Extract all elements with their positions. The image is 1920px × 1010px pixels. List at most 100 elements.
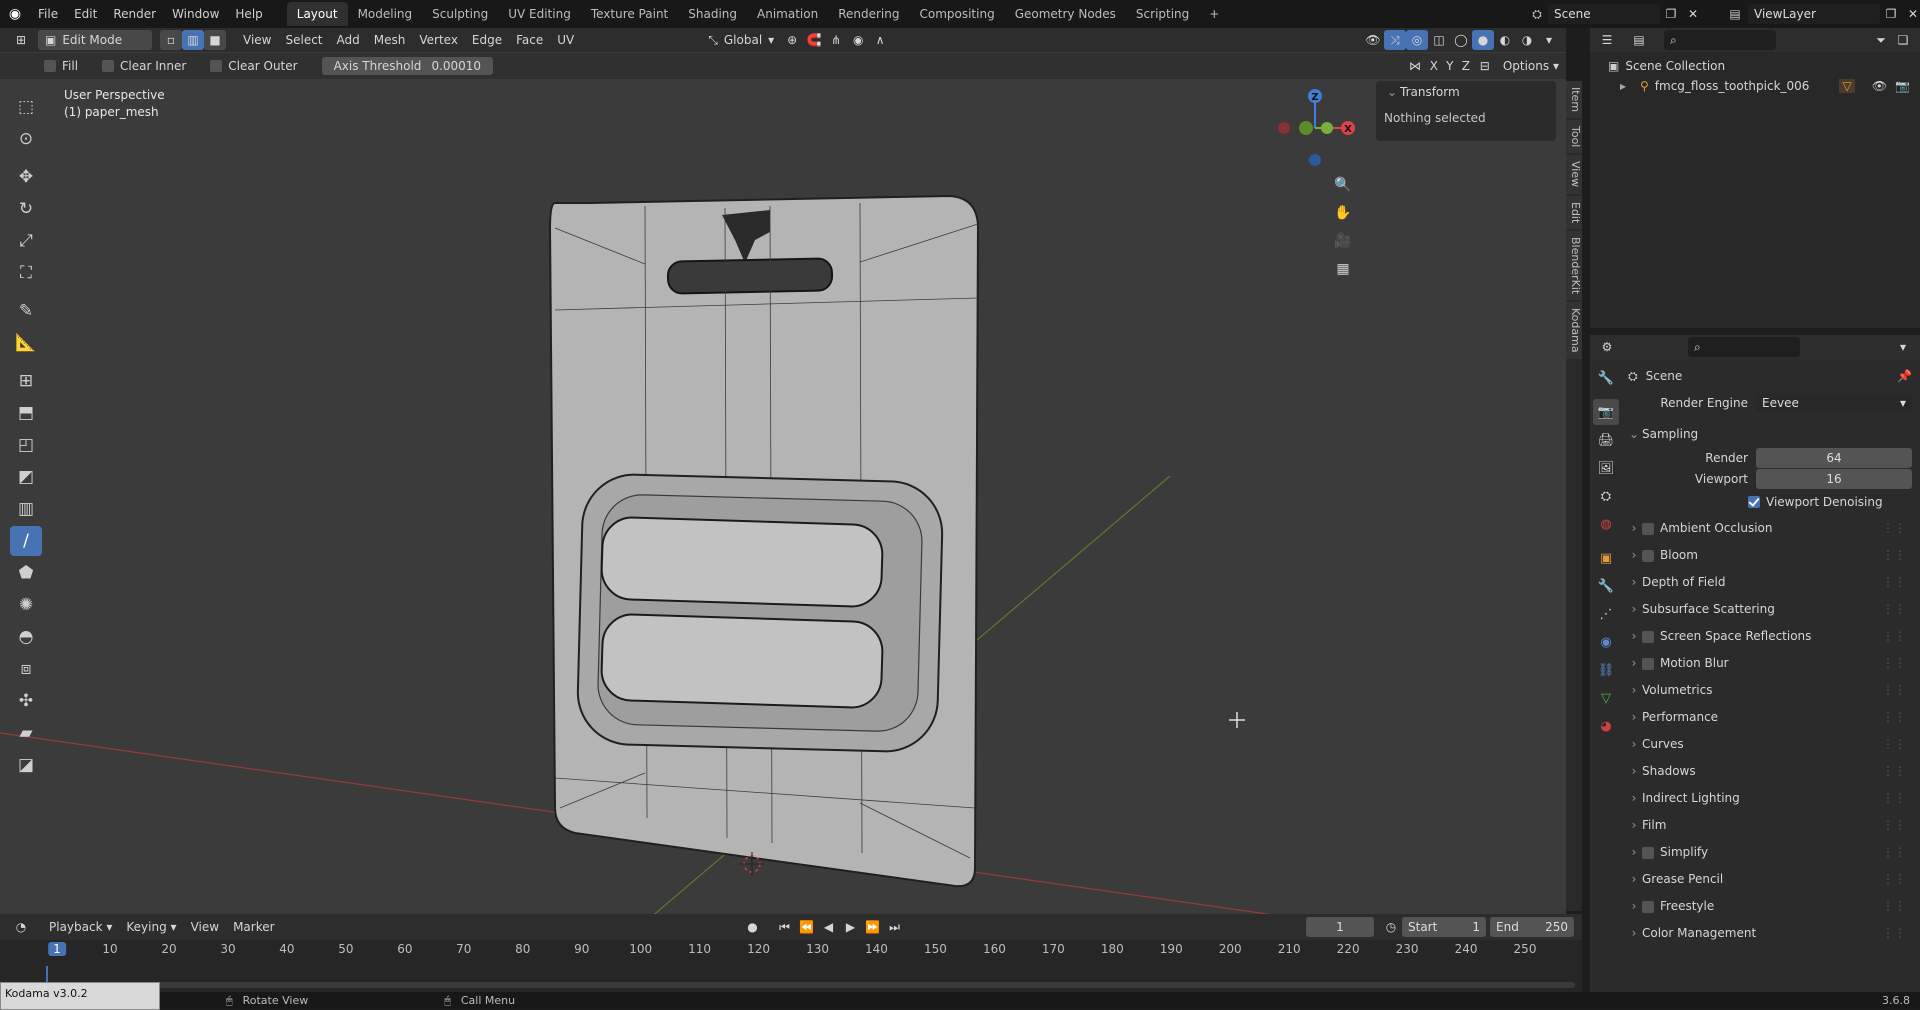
drag-handle-icon[interactable]: ⋮⋮ [1882,758,1906,785]
pan-hand-icon[interactable]: ✋ [1330,200,1356,226]
start-frame-field[interactable]: Start 1 [1402,917,1486,937]
mirror-y-button[interactable]: Y [1442,56,1458,76]
modifier-tab-icon[interactable]: 🔧 [1593,573,1619,599]
poly-build-icon[interactable]: ⬟ [10,558,42,588]
menu-vertex[interactable]: Vertex [412,30,465,50]
render-section-row[interactable]: › Screen Space Reflections ⋮⋮ [1626,623,1912,650]
smooth-icon[interactable]: ◓ [10,622,42,652]
tab-kodama[interactable]: Kodama [1566,302,1582,359]
vertex-select-icon[interactable]: ▫ [160,30,182,50]
scene-collection-row[interactable]: ▣ Scene Collection [1590,56,1920,76]
menu-select[interactable]: Select [278,30,329,50]
particles-tab-icon[interactable]: ⋰ [1593,601,1619,627]
object-tab-icon[interactable]: ▣ [1593,545,1619,571]
tab-layout[interactable]: Layout [286,2,348,26]
axis-threshold-field[interactable]: Axis Threshold 0.00010 [321,57,494,75]
properties-search-input[interactable]: ⌕ [1688,337,1800,357]
tab-scripting[interactable]: Scripting [1126,2,1199,26]
drag-handle-icon[interactable]: ⋮⋮ [1882,542,1906,569]
gizmo-toggle-icon[interactable]: ⤨ [1384,30,1406,50]
constraints-tab-icon[interactable]: ⛓ [1593,657,1619,683]
annotate-icon[interactable]: ✎ [10,296,42,326]
fill-checkbox-box[interactable] [44,60,56,72]
tab-modeling[interactable]: Modeling [348,2,423,26]
play-icon[interactable]: ▶ [840,917,862,937]
pivot-icon[interactable]: ⊕ [781,30,803,50]
cursor-icon[interactable]: ⊙ [10,124,42,154]
new-viewlayer-icon[interactable]: ❐ [1880,4,1902,24]
section-enable-checkbox[interactable] [1642,900,1654,913]
add-cube-icon[interactable]: ⊞ [10,366,42,396]
timeline-ruler[interactable]: 1 10 20 30 40 50 60 70 80 90 100 110 120 130 140 150 160… [0,942,1582,962]
spin-icon[interactable]: ✺ [10,590,42,620]
drag-handle-icon[interactable]: ⋮⋮ [1882,812,1906,839]
move-icon[interactable]: ✥ [10,162,42,192]
tab-compositing[interactable]: Compositing [909,2,1004,26]
transform-section-header[interactable]: ⌄ Transform [1376,81,1556,103]
render-section-row[interactable]: › Performance ⋮⋮ [1626,704,1912,731]
render-section-row[interactable]: › Ambient Occlusion ⋮⋮ [1626,515,1912,542]
viewport-samples-field[interactable]: 16 [1756,469,1912,489]
edge-select-icon[interactable]: ▥ [182,30,204,50]
proportional-edit-icon[interactable]: ◉ [847,30,869,50]
solid-shading-icon[interactable]: ● [1472,30,1494,50]
transform-icon[interactable]: ⛶ [10,258,42,288]
overlay-toggle-icon[interactable]: ◎ [1406,30,1428,50]
drag-handle-icon[interactable]: ⋮⋮ [1882,596,1906,623]
material-shading-icon[interactable]: ◐ [1494,30,1516,50]
ortho-grid-icon[interactable]: ▦ [1330,256,1356,282]
render-samples-field[interactable]: 64 [1756,448,1912,468]
orientation-dropdown[interactable]: ⤡ Global ▾ [701,30,781,50]
menu-mesh[interactable]: Mesh [367,30,413,50]
clear-outer-checkbox-box[interactable] [210,60,223,72]
delete-scene-icon[interactable]: ✕ [1682,4,1704,24]
menu-playback[interactable]: Playback ▾ [42,917,119,937]
visibility-icon[interactable]: 👁 [1362,30,1384,50]
render-section-row[interactable]: › Bloom ⋮⋮ [1626,542,1912,569]
drag-handle-icon[interactable]: ⋮⋮ [1882,839,1906,866]
section-enable-checkbox[interactable] [1642,846,1654,859]
drag-handle-icon[interactable]: ⋮⋮ [1882,677,1906,704]
scale-icon[interactable]: ⤢ [10,226,42,256]
data-tab-icon[interactable]: ▽ [1593,685,1619,711]
menu-timeline-view[interactable]: View [184,917,226,937]
section-enable-checkbox[interactable] [1642,522,1654,535]
outliner-editor-icon[interactable]: ☰ [1596,30,1618,50]
render-section-row[interactable]: › Simplify ⋮⋮ [1626,839,1912,866]
properties-editor-icon[interactable]: ⚙ [1596,337,1618,357]
tab-edit[interactable]: Edit [1566,195,1582,229]
render-section-row[interactable]: › Film ⋮⋮ [1626,812,1912,839]
clear-inner-checkbox-box[interactable] [102,60,115,72]
viewport-denoising-row[interactable]: Viewport Denoising [1626,489,1912,515]
render-section-row[interactable]: › Subsurface Scattering ⋮⋮ [1626,596,1912,623]
render-section-row[interactable]: › Indirect Lighting ⋮⋮ [1626,785,1912,812]
fill-checkbox[interactable]: Fill [44,59,78,73]
next-keyframe-icon[interactable]: ⏩ [862,917,884,937]
drag-handle-icon[interactable]: ⋮⋮ [1882,704,1906,731]
rotate-icon[interactable]: ↻ [10,194,42,224]
drag-handle-icon[interactable]: ⋮⋮ [1882,920,1906,947]
play-reverse-icon[interactable]: ◀ [818,917,840,937]
knife-icon[interactable]: ∕ [10,526,42,556]
drag-handle-icon[interactable]: ⋮⋮ [1882,623,1906,650]
pin-icon[interactable]: 📌 [1897,369,1912,383]
drag-handle-icon[interactable]: ⋮⋮ [1882,515,1906,542]
drag-handle-icon[interactable]: ⋮⋮ [1882,866,1906,893]
drag-handle-icon[interactable]: ⋮⋮ [1882,785,1906,812]
navigation-gizmo[interactable]: Z X [1270,86,1360,176]
mirror-x-button[interactable]: X [1426,56,1442,76]
record-icon[interactable]: ● [742,917,764,937]
rendered-shading-icon[interactable]: ◑ [1516,30,1538,50]
select-box-icon[interactable]: ⬚ [10,92,42,122]
render-section-row[interactable]: › Volumetrics ⋮⋮ [1626,677,1912,704]
current-frame-field[interactable]: 1 [1306,917,1374,937]
render-engine-dropdown[interactable]: Eevee ▾ [1756,393,1912,413]
render-section-row[interactable]: › Freestyle ⋮⋮ [1626,893,1912,920]
scene-icon[interactable]: ⛭ [1526,7,1548,22]
render-section-row[interactable]: › Shadows ⋮⋮ [1626,758,1912,785]
material-tab-icon[interactable]: ◕ [1593,713,1619,739]
clock-icon[interactable]: ◷ [1380,917,1402,937]
drag-handle-icon[interactable]: ⋮⋮ [1882,569,1906,596]
menu-add[interactable]: Add [330,30,367,50]
editor-type-icon[interactable]: ⊞ [10,30,32,50]
